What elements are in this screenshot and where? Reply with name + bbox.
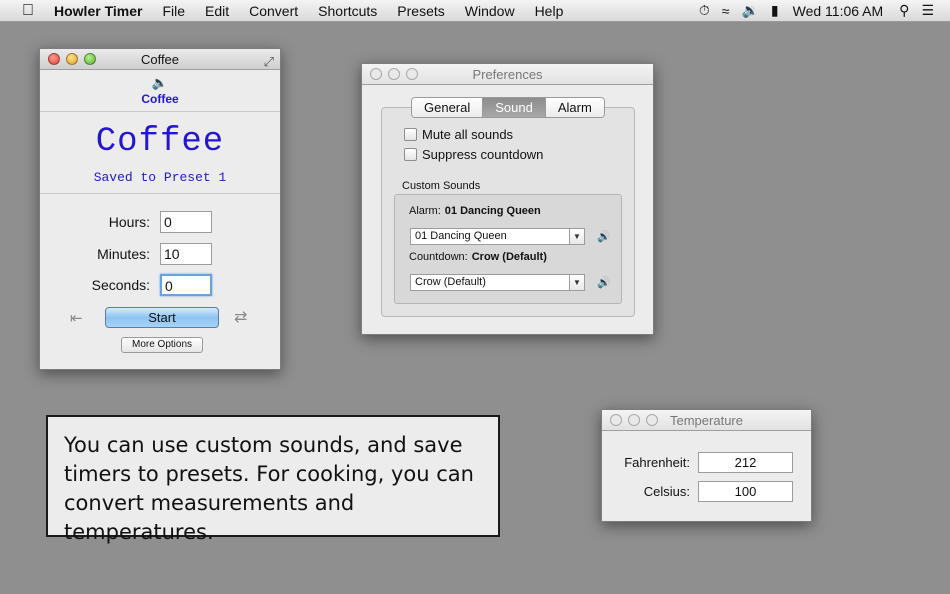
timer-status: Saved to Preset 1 [93, 170, 227, 185]
timer-header: 🔈 Coffee [40, 70, 280, 112]
seconds-row: Seconds: 0 [40, 274, 280, 296]
custom-sounds-label: Custom Sounds [402, 180, 481, 192]
reset-icon[interactable]: ⇤ [70, 309, 83, 327]
list-icon[interactable]: ☰ [915, 2, 940, 19]
alarm-current: 01 Dancing Queen [444, 205, 541, 217]
menu-bar:  Howler Timer File Edit Convert Shortcu… [0, 0, 950, 22]
start-button[interactable]: Start [105, 307, 219, 328]
suppress-checkbox[interactable] [404, 148, 417, 161]
minutes-label: Minutes: [97, 246, 150, 262]
menu-presets[interactable]: Presets [387, 3, 454, 19]
prefs-titlebar[interactable]: Preferences [362, 64, 653, 85]
minimize-button[interactable] [388, 68, 400, 80]
chevron-down-icon: ▼ [569, 275, 584, 290]
celsius-row: Celsius: 100 [602, 481, 811, 502]
countdown-sound-popup[interactable]: Crow (Default) ▼ [410, 274, 585, 291]
mute-label: Mute all sounds [422, 127, 514, 142]
minutes-input[interactable]: 10 [160, 243, 212, 265]
alarm-sound-line: Alarm: 01 Dancing Queen [409, 205, 541, 217]
menu-convert[interactable]: Convert [239, 3, 308, 19]
hours-row: Hours: 0 [40, 211, 280, 233]
close-button[interactable] [370, 68, 382, 80]
repeat-icon[interactable]: ⇄ [234, 307, 247, 327]
timer-mini-name: Coffee [141, 92, 179, 106]
fahrenheit-row: Fahrenheit: 212 [602, 452, 811, 473]
close-button[interactable] [610, 414, 622, 426]
custom-sounds-box: Alarm: 01 Dancing Queen 01 Dancing Queen … [394, 194, 622, 304]
hours-label: Hours: [108, 214, 150, 230]
tab-alarm[interactable]: Alarm [545, 98, 604, 117]
suppress-label: Suppress countdown [422, 147, 544, 162]
clock[interactable]: Wed 11:06 AM [785, 3, 894, 19]
timer-name: Coffee [95, 123, 225, 161]
caption-box: You can use custom sounds, and save time… [46, 415, 500, 544]
countdown-label: Countdown: [409, 251, 468, 263]
coffee-titlebar[interactable]: Coffee ⤢ [40, 49, 280, 70]
wifi-icon[interactable]: ≈ [716, 3, 736, 19]
menu-help[interactable]: Help [525, 3, 574, 19]
timer-display: Coffee Saved to Preset 1 [40, 112, 280, 194]
countdown-current: Crow (Default) [471, 251, 547, 263]
volume-icon[interactable]: 🔉 [735, 2, 764, 19]
celsius-label: Celsius: [643, 484, 690, 499]
temp-titlebar[interactable]: Temperature [602, 410, 811, 431]
menu-window[interactable]: Window [455, 3, 525, 19]
menu-shortcuts[interactable]: Shortcuts [308, 3, 387, 19]
close-button[interactable] [48, 53, 60, 65]
fahrenheit-label: Fahrenheit: [624, 455, 690, 470]
minimize-button[interactable] [66, 53, 78, 65]
apple-menu-icon[interactable]:  [18, 2, 38, 20]
seconds-input[interactable]: 0 [160, 274, 212, 296]
spotlight-icon[interactable]: ⚲ [893, 2, 915, 19]
countdown-sound-line: Countdown: Crow (Default) [409, 251, 547, 263]
suppress-checkbox-row[interactable]: Suppress countdown [404, 147, 543, 162]
mute-checkbox-row[interactable]: Mute all sounds [404, 127, 513, 142]
menu-file[interactable]: File [152, 3, 195, 19]
preferences-window: Preferences General Sound Alarm Mute all… [361, 63, 654, 335]
battery-icon[interactable]: ▮ [765, 2, 785, 19]
minutes-row: Minutes: 10 [40, 243, 280, 265]
play-alarm-icon[interactable]: 🔊 [597, 230, 611, 243]
menu-app-name[interactable]: Howler Timer [52, 3, 152, 19]
play-countdown-icon[interactable]: 🔊 [597, 276, 611, 289]
window-title: Coffee [140, 52, 180, 67]
status-area: ⏱ ≈ 🔉 ▮ Wed 11:06 AM ⚲ ☰ [693, 2, 950, 19]
menu-edit[interactable]: Edit [195, 3, 239, 19]
alarm-label: Alarm: [409, 205, 441, 217]
speaker-icon[interactable]: 🔈 [40, 70, 280, 92]
coffee-timer-window: Coffee ⤢ 🔈 Coffee Coffee Saved to Preset… [39, 48, 281, 370]
temperature-window: Temperature Fahrenheit: 212 Celsius: 100 [601, 409, 812, 522]
zoom-button[interactable] [406, 68, 418, 80]
countdown-popup-value: Crow (Default) [415, 276, 486, 288]
minimize-button[interactable] [628, 414, 640, 426]
caption-text: You can use custom sounds, and save time… [64, 433, 474, 544]
window-title: Preferences [472, 67, 543, 82]
seconds-label: Seconds: [91, 277, 150, 293]
more-options-button[interactable]: More Options [121, 337, 203, 353]
hours-input[interactable]: 0 [160, 211, 212, 233]
chevron-down-icon: ▼ [569, 229, 584, 244]
timer-icon[interactable]: ⏱ [693, 2, 716, 19]
celsius-input[interactable]: 100 [698, 481, 793, 502]
zoom-button[interactable] [84, 53, 96, 65]
alarm-popup-value: 01 Dancing Queen [415, 230, 507, 242]
alarm-sound-popup[interactable]: 01 Dancing Queen ▼ [410, 228, 585, 245]
tab-sound[interactable]: Sound [483, 98, 546, 117]
zoom-button[interactable] [646, 414, 658, 426]
fullscreen-icon[interactable]: ⤢ [264, 51, 274, 72]
window-title: Temperature [670, 413, 743, 428]
fahrenheit-input[interactable]: 212 [698, 452, 793, 473]
tab-general[interactable]: General [412, 98, 484, 117]
prefs-tabs: General Sound Alarm [411, 97, 605, 118]
mute-checkbox[interactable] [404, 128, 417, 141]
